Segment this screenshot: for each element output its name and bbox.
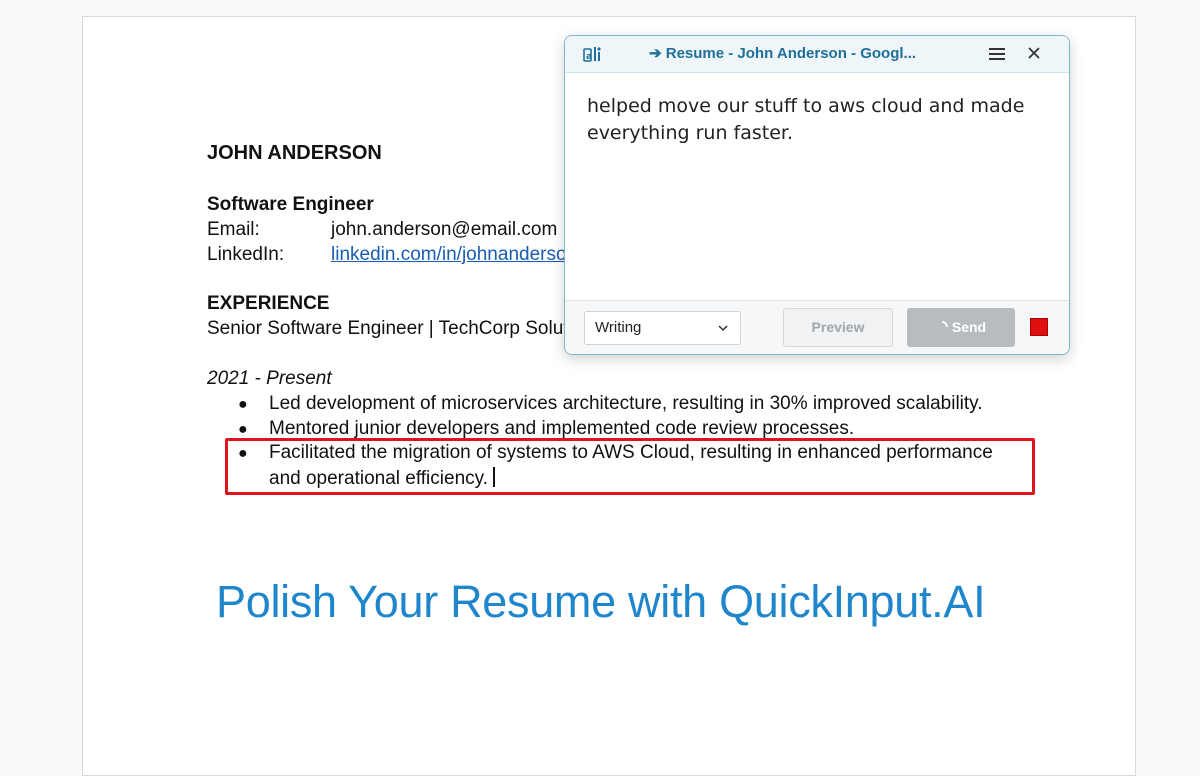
mode-dropdown[interactable]: Writing [584,311,741,345]
bullet-item-1: Led development of microservices archite… [269,393,983,414]
bullet-marker: ● [238,396,248,413]
email-label: Email: [207,219,260,240]
svg-text:a: a [586,52,592,62]
email-value: john.anderson@email.com [331,219,558,240]
loading-spinner-icon [941,321,948,328]
date-range: 2021 - Present [207,368,332,389]
popup-titlebar[interactable]: a ➔ Resume - John Anderson - Googl... [565,36,1069,73]
promo-headline: Polish Your Resume with QuickInput.AI [216,576,986,627]
send-button[interactable]: Send [907,308,1015,347]
popup-title: ➔ Resume - John Anderson - Googl... [649,45,917,62]
send-button-label: Send [951,319,987,335]
preview-button[interactable]: Preview [783,308,893,347]
highlight-box [225,438,1035,495]
quickinput-icon: a [583,47,601,62]
resume-role: Software Engineer [207,194,374,215]
experience-heading: EXPERIENCE [207,293,330,314]
quickinput-popup: a ➔ Resume - John Anderson - Googl... he… [564,35,1070,355]
chevron-down-icon [718,325,728,332]
mode-dropdown-value: Writing [595,319,642,336]
resume-name: JOHN ANDERSON [207,142,382,164]
prompt-input[interactable]: helped move our stuff to aws cloud and m… [565,73,1069,335]
job-title: Senior Software Engineer | TechCorp Solu… [207,318,564,339]
linkedin-link[interactable]: linkedin.com/in/johnanderso [331,242,564,267]
close-icon[interactable] [1026,45,1042,61]
linkedin-label: LinkedIn: [207,244,285,265]
popup-footer: Writing Preview Send [565,300,1069,354]
hamburger-menu-icon[interactable] [988,47,1006,61]
stop-icon[interactable] [1030,318,1048,336]
